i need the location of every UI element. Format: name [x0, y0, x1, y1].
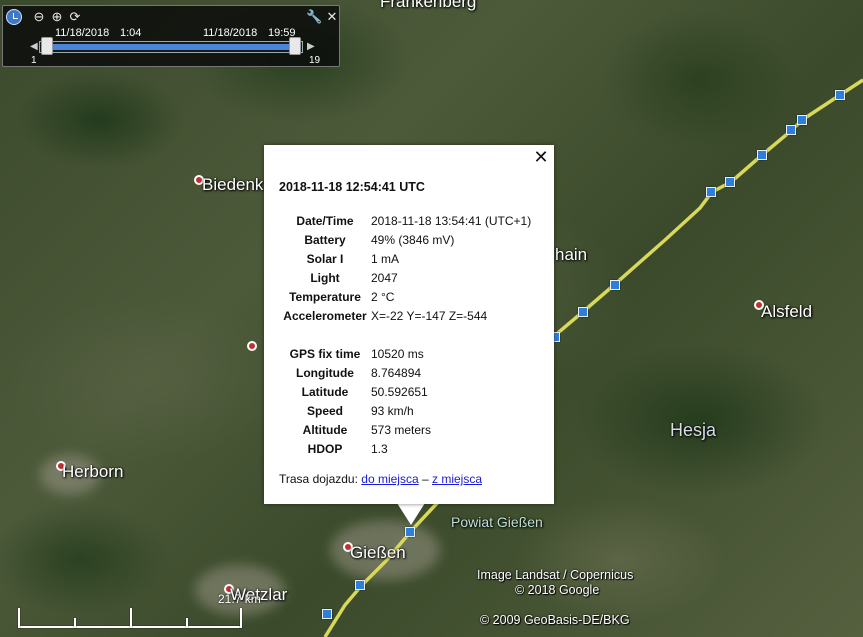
- start-index: 1: [31, 55, 37, 66]
- table-row: Accelerometer X=-22 Y=-147 Z=-544: [283, 308, 488, 323]
- directions-from-link[interactable]: z miejsca: [432, 472, 482, 486]
- balloon-title: 2018-11-18 12:54:41 UTC: [279, 180, 425, 194]
- track-point[interactable]: [835, 90, 845, 100]
- directions-line: Trasa dojazdu: do miejsca – z miejsca: [279, 472, 482, 486]
- end-handle[interactable]: [289, 37, 301, 55]
- table-row: Battery 49% (3846 mV): [304, 232, 455, 247]
- table-row: Temperature 2 °C: [289, 289, 395, 304]
- start-date: 11/18/2018: [55, 27, 110, 39]
- copyright-geobasis: © 2009 GeoBasis-DE/BKG: [480, 613, 630, 627]
- time-range-fill: [42, 44, 300, 50]
- track-point-selected[interactable]: [405, 527, 415, 537]
- place-label-herborn[interactable]: Herborn: [62, 462, 123, 482]
- track-point[interactable]: [322, 609, 332, 619]
- directions-separator: –: [421, 472, 429, 486]
- close-icon[interactable]: ✕: [324, 9, 340, 25]
- telemetry-table: Date/Time 2018-11-18 13:54:41 (UTC+1) Bat…: [279, 211, 531, 458]
- start-handle[interactable]: [41, 37, 53, 55]
- refresh-icon[interactable]: ⟳: [67, 9, 83, 25]
- table-row: Longitude 8.764894: [296, 365, 422, 380]
- close-icon[interactable]: ✕: [532, 148, 550, 166]
- track-point[interactable]: [610, 280, 620, 290]
- clock-icon[interactable]: [6, 9, 22, 25]
- step-forward-icon[interactable]: ▶: [307, 41, 315, 52]
- balloon-pointer: [397, 503, 425, 525]
- directions-prefix: Trasa dojazdu:: [279, 472, 358, 486]
- table-row: Speed 93 km/h: [306, 403, 414, 418]
- place-label-frankenberg[interactable]: Frankenberg: [380, 0, 476, 12]
- scale-bar: 21.7 km: [18, 592, 261, 632]
- table-row: HDOP 1.3: [307, 441, 388, 456]
- track-point[interactable]: [725, 177, 735, 187]
- table-row: Date/Time 2018-11-18 13:54:41 (UTC+1): [296, 213, 532, 228]
- district-label-giessen: Powiat Gießen: [451, 514, 543, 530]
- table-row: Latitude 50.592651: [301, 384, 428, 399]
- table-row: Altitude 573 meters: [302, 422, 432, 437]
- place-label-alsfeld[interactable]: Alsfeld: [761, 302, 812, 322]
- time-range-track[interactable]: [39, 41, 303, 53]
- zoom-out-icon[interactable]: ⊖: [31, 9, 47, 25]
- place-label-giessen[interactable]: Gießen: [350, 543, 406, 563]
- time-slider-panel[interactable]: ⊖ ⊕ ⟳ 🔧 ✕ 11/18/2018 1:04 11/18/2018 19:…: [2, 5, 340, 67]
- track-point[interactable]: [578, 307, 588, 317]
- region-label-hesja: Hesja: [670, 420, 717, 440]
- table-row: Solar I1 mA: [306, 251, 400, 266]
- place-label-biedenkopf[interactable]: Biedenk: [202, 175, 263, 195]
- track-point[interactable]: [797, 115, 807, 125]
- copyright-google: © 2018 Google: [515, 583, 600, 597]
- track-point[interactable]: [355, 580, 365, 590]
- table-row: Light 2047: [310, 270, 398, 285]
- step-back-icon[interactable]: ◀: [30, 41, 38, 52]
- table-spacer: [279, 325, 531, 344]
- zoom-in-icon[interactable]: ⊕: [49, 9, 65, 25]
- place-pin-unnamed[interactable]: [247, 341, 257, 351]
- place-label-partial[interactable]: hain: [555, 245, 587, 265]
- end-index: 19: [309, 55, 321, 66]
- track-point[interactable]: [706, 187, 716, 197]
- scale-label: 21.7 km: [218, 592, 261, 606]
- wrench-icon[interactable]: 🔧: [306, 9, 322, 25]
- start-time: 1:04: [120, 27, 142, 39]
- directions-to-link[interactable]: do miejsca: [361, 472, 418, 486]
- table-row: GPS fix time 10520 ms: [289, 346, 424, 361]
- info-balloon: ✕ 2018-11-18 12:54:41 UTC Date/Time 2018-…: [264, 145, 554, 504]
- imagery-attribution: Image Landsat / Copernicus: [477, 568, 634, 582]
- track-point[interactable]: [786, 125, 796, 135]
- end-date: 11/18/2018: [203, 27, 258, 39]
- track-point[interactable]: [757, 150, 767, 160]
